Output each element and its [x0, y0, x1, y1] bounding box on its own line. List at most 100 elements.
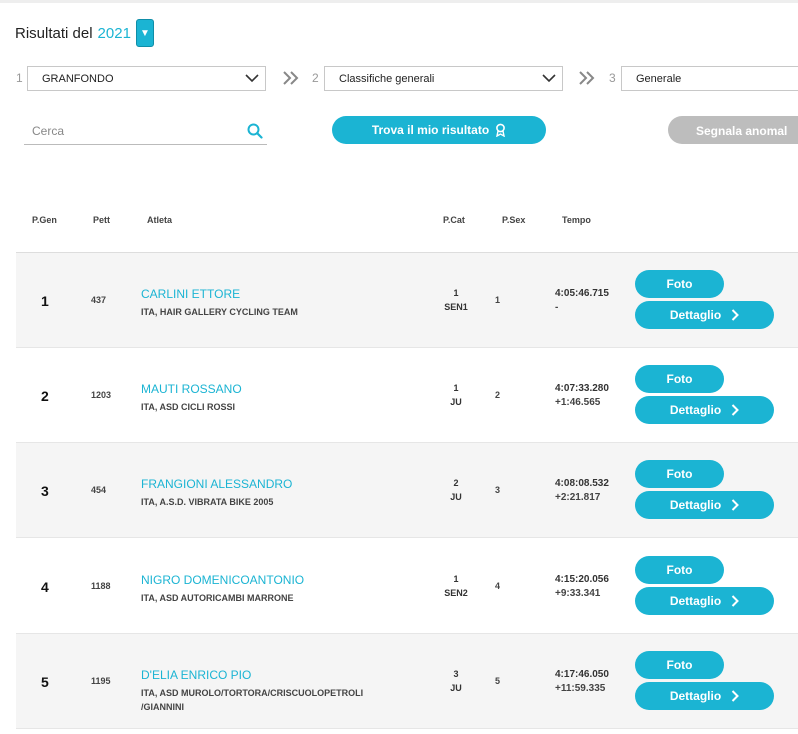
row-time: 4:17:46.050: [555, 669, 609, 680]
row-bib: 1188: [91, 581, 111, 591]
table-row: 3 454 FRANGIONI ALESSANDRO ITA, A.S.D. V…: [16, 443, 798, 538]
step-number-1: 1: [16, 71, 23, 85]
row-gap: -: [555, 302, 559, 313]
table-row: 5 1195 D'ELIA ENRICO PIO ITA, ASD MUROLO…: [16, 634, 798, 729]
header-pcat: P.Cat: [443, 215, 465, 225]
photo-button[interactable]: Foto: [635, 651, 724, 679]
row-gap: +2:21.817: [555, 492, 601, 503]
row-time: 4:15:20.056: [555, 574, 609, 585]
row-bib: 1195: [91, 676, 111, 686]
photo-button[interactable]: Foto: [635, 270, 724, 298]
row-pcat: 2: [453, 478, 459, 488]
photo-button[interactable]: Foto: [635, 460, 724, 488]
row-gap: +1:46.565: [555, 397, 601, 408]
photo-button[interactable]: Foto: [635, 556, 724, 584]
row-pcat: 1: [453, 574, 459, 584]
row-time: 4:07:33.280: [555, 383, 609, 394]
photo-button[interactable]: Foto: [635, 365, 724, 393]
athlete-name-link[interactable]: NIGRO DOMENICOANTONIO: [141, 573, 304, 587]
search-box: [24, 120, 267, 145]
row-psex: 3: [495, 485, 501, 495]
row-bib: 454: [91, 485, 107, 495]
athlete-team: ITA, ASD CICLI ROSSI: [141, 402, 236, 412]
double-chevron-right-icon: [283, 71, 299, 85]
race-select-value: GRANFONDO: [42, 73, 114, 85]
photo-button-label: Foto: [666, 563, 693, 577]
detail-button[interactable]: Dettaglio: [635, 301, 774, 329]
row-gap: +9:33.341: [555, 588, 601, 599]
row-psex: 2: [495, 390, 501, 400]
athlete-name-link[interactable]: MAUTI ROSSANO: [141, 382, 242, 396]
row-category: SEN2: [444, 588, 468, 598]
year-label: 2021: [97, 24, 131, 42]
chevron-right-icon: [731, 404, 740, 416]
athlete-name-link[interactable]: FRANGIONI ALESSANDRO: [141, 477, 292, 491]
row-time: 4:05:46.715: [555, 288, 609, 299]
athlete-team: ITA, ASD AUTORICAMBI MARRONE: [141, 593, 294, 603]
row-gap: +11:59.335: [555, 683, 606, 694]
row-time: 4:08:08.532: [555, 478, 609, 489]
find-my-result-label: Trova il mio risultato: [371, 123, 490, 137]
detail-button[interactable]: Dettaglio: [635, 587, 774, 615]
step-number-3: 3: [609, 71, 616, 85]
year-dropdown-button[interactable]: ▼: [135, 19, 154, 47]
ribbon-icon: [496, 123, 506, 137]
double-chevron-right-icon: [579, 71, 595, 85]
results-title: Risultati del 2021 ▼: [15, 18, 154, 48]
photo-button-label: Foto: [666, 277, 693, 291]
race-select[interactable]: GRANFONDO: [27, 66, 266, 91]
table-row: 1 437 CARLINI ETTORE ITA, HAIR GALLERY C…: [16, 253, 798, 348]
step-number-2: 2: [312, 71, 319, 85]
header-atleta: Atleta: [147, 215, 173, 225]
detail-button-label: Dettaglio: [669, 498, 722, 512]
chevron-right-icon: [731, 309, 740, 321]
row-psex: 1: [495, 295, 501, 305]
photo-button-label: Foto: [666, 372, 693, 386]
chevron-down-icon: [542, 74, 556, 83]
row-category: SEN1: [444, 302, 468, 312]
detail-button[interactable]: Dettaglio: [635, 491, 774, 519]
athlete-team: ITA, A.S.D. VIBRATA BIKE 2005: [141, 497, 274, 507]
row-pcat: 1: [453, 288, 459, 298]
detail-button-label: Dettaglio: [669, 308, 722, 322]
report-anomaly-button[interactable]: Segnala anomal: [668, 116, 798, 144]
chevron-down-icon: [245, 74, 259, 83]
row-position: 3: [41, 483, 49, 499]
chevron-right-icon: [731, 690, 740, 702]
photo-button-label: Foto: [666, 467, 693, 481]
report-anomaly-label: Segnala anomal: [696, 124, 788, 138]
photo-button-label: Foto: [666, 658, 693, 672]
table-row: 4 1188 NIGRO DOMENICOANTONIO ITA, ASD AU…: [16, 539, 798, 634]
header-pett: Pett: [93, 215, 111, 225]
row-category: JU: [450, 683, 462, 693]
row-bib: 1203: [91, 390, 112, 400]
detail-button[interactable]: Dettaglio: [635, 396, 774, 424]
detail-button-label: Dettaglio: [669, 403, 722, 417]
filter-bar: 1 GRANFONDO 2 Classifiche generali 3 Gen…: [0, 66, 798, 92]
category-select[interactable]: Generale: [621, 66, 798, 91]
athlete-team: ITA, HAIR GALLERY CYCLING TEAM: [141, 307, 298, 317]
row-pcat: 3: [453, 669, 459, 679]
category-select-value: Generale: [636, 73, 682, 85]
row-category: JU: [450, 492, 462, 502]
classification-select-value: Classifiche generali: [339, 73, 435, 85]
results-table-header: P.Gen Pett Atleta P.Cat P.Sex Tempo: [16, 213, 798, 229]
row-psex: 4: [495, 581, 501, 591]
row-psex: 5: [495, 676, 501, 686]
detail-button-label: Dettaglio: [669, 594, 722, 608]
row-position: 2: [41, 388, 49, 404]
page-title: Risultati del: [15, 24, 93, 42]
header-pgen: P.Gen: [32, 215, 57, 225]
detail-button[interactable]: Dettaglio: [635, 682, 774, 710]
chevron-right-icon: [731, 499, 740, 511]
classification-select[interactable]: Classifiche generali: [324, 66, 563, 91]
athlete-name-link[interactable]: D'ELIA ENRICO PIO: [141, 668, 251, 682]
header-psex: P.Sex: [502, 215, 526, 225]
row-position: 4: [41, 579, 49, 595]
header-tempo: Tempo: [562, 215, 591, 225]
search-icon[interactable]: [247, 123, 263, 139]
find-my-result-button[interactable]: Trova il mio risultato: [332, 116, 546, 144]
athlete-name-link[interactable]: CARLINI ETTORE: [141, 287, 240, 301]
search-input[interactable]: [32, 124, 232, 138]
row-pcat: 1: [453, 383, 459, 393]
